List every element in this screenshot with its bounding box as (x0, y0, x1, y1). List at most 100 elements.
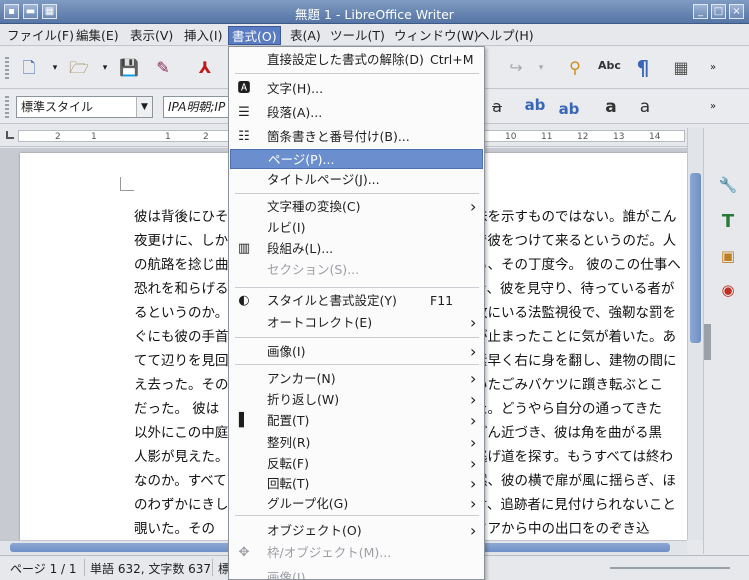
menu-item-alignment[interactable]: ▌ 配置(T) › (230, 411, 483, 431)
chevron-right-icon: › (470, 411, 477, 430)
edit-document-icon[interactable]: ✎ (152, 57, 174, 79)
menu-item-autocorrect[interactable]: オートコレクト(E) › (230, 313, 483, 333)
find-replace-icon[interactable]: ⚲ (564, 57, 586, 79)
document-text-line: だった。 彼は (134, 401, 220, 417)
menu-item-label: ルビ(I) (267, 220, 306, 235)
character-icon: 🅰 (237, 81, 251, 96)
menu-format[interactable]: 書式(O) (228, 26, 281, 45)
save-icon[interactable]: 💾 (118, 57, 140, 79)
subscript-icon[interactable]: ab (558, 98, 580, 120)
menu-item-label: タイトルページ(J)... (267, 172, 380, 187)
bullets-numbering-icon: ☷ (238, 129, 250, 144)
menu-item-bullets-numbering[interactable]: ☷ 箇条書きと番号付け(B)... (230, 127, 483, 147)
menu-item-character[interactable]: 🅰 文字(H)... (230, 79, 483, 99)
menu-edit[interactable]: 編集(E) (73, 26, 122, 45)
minimize-button[interactable]: _ (693, 4, 708, 19)
zoom-slider[interactable] (610, 567, 730, 569)
toolbar-grip[interactable] (5, 57, 9, 79)
sidebar-collapse-handle[interactable] (704, 324, 711, 360)
chevron-right-icon: › (470, 521, 477, 540)
document-text-line: 彼は背後にひそ (134, 209, 229, 225)
navigator-compass-icon[interactable]: ◉ (716, 278, 740, 302)
document-text-line: の航路を捻じ曲 (134, 257, 229, 273)
chevron-down-icon[interactable]: ▼ (136, 97, 152, 117)
close-button[interactable]: × (729, 4, 744, 19)
menu-item-label: 整列(R) (267, 435, 311, 450)
menu-item-label: オートコレクト(E) (267, 315, 373, 330)
menu-item-wrap[interactable]: 折り返し(W) › (230, 390, 483, 410)
paragraph-style-select[interactable]: 標準スタイル ▼ (16, 96, 153, 118)
menu-item-image[interactable]: 画像(I) › (230, 342, 483, 362)
styles-icon[interactable]: T (716, 210, 740, 234)
document-text-line-right: 然、彼の横で扉が風に揺らぎ、ほ (474, 473, 676, 489)
document-text-line: 夜更けに、しか (134, 233, 229, 249)
new-document-icon[interactable]: 🗋 (18, 57, 40, 79)
menu-item-ruby[interactable]: ルビ(I) (230, 218, 483, 238)
document-text-line: のわずかにきし (134, 497, 229, 513)
menu-separator (235, 73, 479, 74)
superscript-icon[interactable]: ab (524, 94, 546, 116)
document-text-line-right: 逃げ道を探す。もうすべては終わ (474, 449, 673, 465)
menu-item-styles-formatting[interactable]: ◐ スタイルと書式設定(Y) F11 (230, 291, 483, 311)
vertical-scroll-thumb[interactable] (690, 173, 701, 343)
properties-wrench-icon[interactable]: 🔧 (716, 173, 740, 197)
menu-item-anchor[interactable]: アンカー(N) › (230, 369, 483, 389)
shadow-icon[interactable]: a (600, 96, 622, 118)
menu-item-label: グループ化(G) (267, 496, 349, 511)
menu-item-columns[interactable]: ▥ 段組み(L)... (230, 239, 483, 259)
menu-item-group[interactable]: グループ化(G) › (230, 494, 483, 514)
document-text-line: るというのか。 (134, 305, 229, 321)
strikethrough-icon[interactable]: a (486, 96, 508, 118)
menu-item-image-properties[interactable]: 画像(I)... (230, 568, 483, 579)
outline-icon[interactable]: a (634, 96, 656, 118)
menu-insert[interactable]: 挿入(I) (181, 26, 225, 45)
redo-dropdown-icon[interactable]: ▾ (530, 57, 552, 79)
menu-item-page[interactable]: ページ(P)... (230, 149, 483, 169)
gallery-icon[interactable]: ▣ (716, 244, 740, 268)
chevron-right-icon: › (470, 313, 477, 332)
menu-tools[interactable]: ツール(T) (327, 26, 388, 45)
document-text-line-right: け、追跡者に見付けられないこと (474, 497, 676, 513)
paragraph-icon: ☰ (238, 105, 250, 120)
menu-item-label: 段落(A)... (267, 105, 323, 120)
open-folder-icon[interactable]: 🗁 (68, 57, 90, 79)
menu-item-label: 文字(H)... (267, 81, 324, 96)
tab-stop-icon[interactable] (6, 131, 14, 139)
document-text-line-right: どん近づき、彼は角を曲がる黒 (474, 425, 663, 441)
ruler-tick: 14 (649, 132, 661, 142)
menu-item-frame-object[interactable]: ✥ 枠/オブジェクト(M)... (230, 543, 483, 563)
redo-icon[interactable]: ↪ (505, 57, 527, 79)
document-text-line: ぐにも彼の手首 (134, 329, 229, 345)
toolbar-overflow-icon-2[interactable]: » (702, 96, 724, 118)
chevron-right-icon: › (470, 474, 477, 493)
export-pdf-icon[interactable]: ⅄ (194, 57, 216, 79)
toolbar-grip-2[interactable] (5, 96, 9, 118)
menu-window[interactable]: ウィンドウ(W) (391, 26, 482, 45)
word-count: 単語 632, 文字数 637 (90, 562, 212, 576)
maximize-button[interactable]: □ (711, 4, 726, 19)
insert-table-icon[interactable]: ▦ (670, 57, 692, 79)
chevron-right-icon: › (470, 454, 477, 473)
menu-file[interactable]: ファイル(F) (4, 26, 77, 45)
menu-item-sections[interactable]: セクション(S)... (230, 260, 483, 280)
formatting-marks-icon[interactable]: ¶ (632, 57, 654, 79)
menu-item-title-page[interactable]: タイトルページ(J)... (230, 170, 483, 190)
menu-item-change-case[interactable]: 文字種の変換(C) › (230, 197, 483, 217)
menu-view[interactable]: 表示(V) (127, 26, 176, 45)
menu-item-rotate[interactable]: 回転(T) › (230, 474, 483, 494)
menu-item-arrange[interactable]: 整列(R) › (230, 433, 483, 453)
menu-table[interactable]: 表(A) (287, 26, 324, 45)
menu-separator (235, 364, 479, 365)
new-dropdown-icon[interactable]: ▾ (44, 57, 66, 79)
menu-item-clear-direct-formatting[interactable]: 直接設定した書式の解除(D) Ctrl+M (230, 50, 483, 70)
menu-help[interactable]: ヘルプ(H) (474, 26, 537, 45)
chevron-right-icon: › (470, 494, 477, 513)
vertical-scrollbar[interactable] (687, 128, 703, 540)
menu-item-object[interactable]: オブジェクト(O) › (230, 521, 483, 541)
toolbar-overflow-icon[interactable]: » (702, 57, 724, 79)
menu-item-flip[interactable]: 反転(F) › (230, 454, 483, 474)
document-text-line-right: ドアから中の出口をのぞき込 (474, 521, 650, 537)
open-dropdown-icon[interactable]: ▾ (94, 57, 116, 79)
menu-item-paragraph[interactable]: ☰ 段落(A)... (230, 103, 483, 123)
spellcheck-icon[interactable]: Abc (598, 55, 621, 77)
